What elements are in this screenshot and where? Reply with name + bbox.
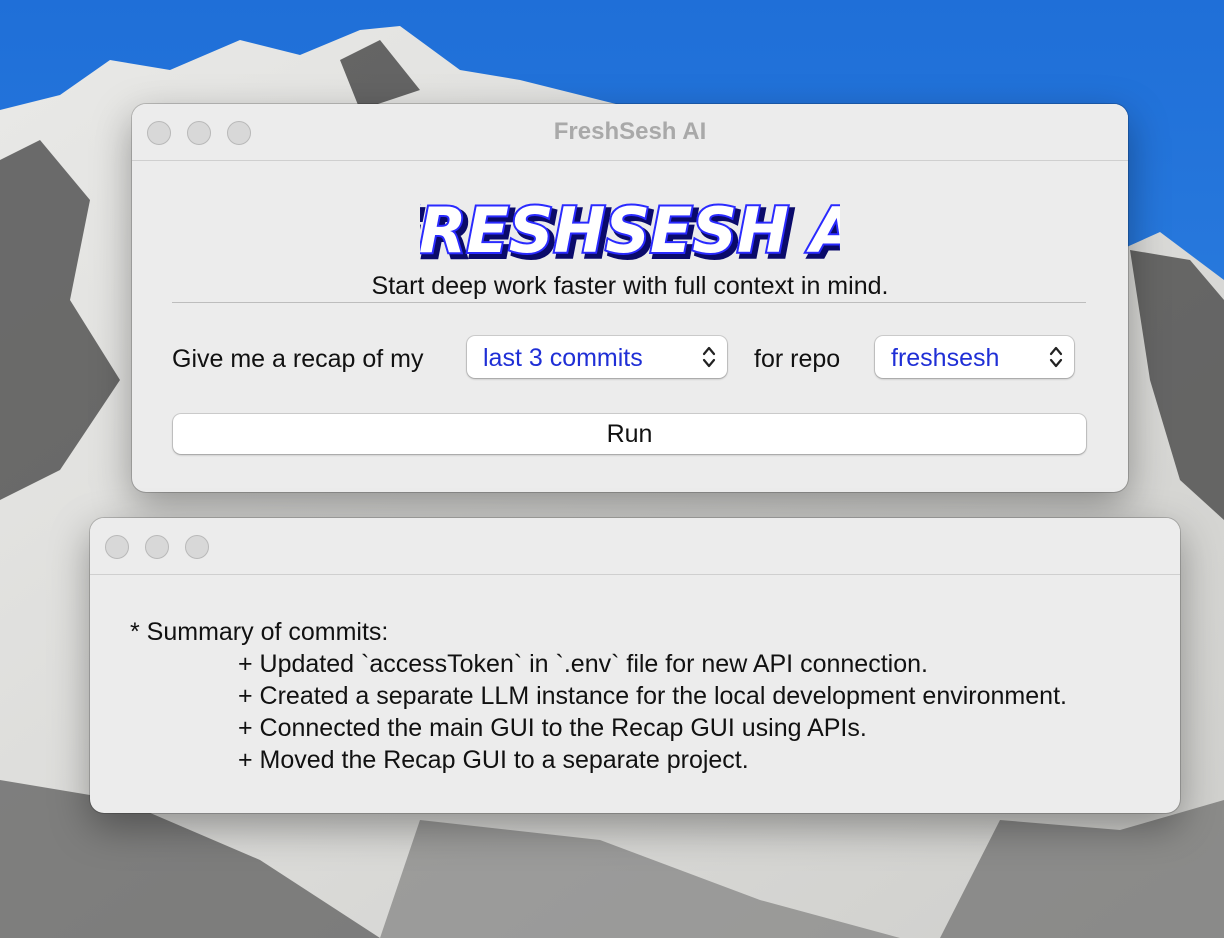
- recap-form-row: Give me a recap of my last 3 commits for…: [172, 336, 1086, 380]
- select-chevron-icon: [1049, 346, 1063, 368]
- minimize-button-icon[interactable]: [145, 535, 169, 559]
- summary-item: + Created a separate LLM instance for th…: [238, 682, 1067, 710]
- recap-scope-value: last 3 commits: [483, 344, 643, 372]
- zoom-button-icon[interactable]: [185, 535, 209, 559]
- window-title: FreshSesh AI: [553, 118, 707, 145]
- output-window-titlebar[interactable]: [90, 518, 1180, 575]
- recap-output-window: * Summary of commits: + Updated `accessT…: [90, 518, 1180, 813]
- main-window-titlebar[interactable]: FreshSesh AI: [132, 104, 1128, 161]
- commit-summary: * Summary of commits: + Updated `accessT…: [130, 616, 1067, 776]
- summary-list: + Updated `accessToken` in `.env` file f…: [130, 648, 1067, 776]
- summary-heading: * Summary of commits:: [130, 618, 389, 646]
- app-logo: FRESHSESH AI FRESHSESH AI: [132, 194, 1128, 274]
- logo-text: FRESHSESH AI: [420, 194, 840, 267]
- recap-scope-select[interactable]: last 3 commits: [467, 336, 727, 378]
- window-controls: [105, 535, 209, 559]
- tagline: Start deep work faster with full context…: [371, 272, 889, 300]
- repo-value: freshsesh: [891, 344, 1000, 372]
- run-button[interactable]: Run: [173, 414, 1086, 454]
- prompt-prefix-label: Give me a recap of my: [172, 345, 424, 373]
- close-button-icon[interactable]: [105, 535, 129, 559]
- summary-item: + Updated `accessToken` in `.env` file f…: [238, 650, 928, 678]
- select-chevron-icon: [702, 346, 716, 368]
- summary-item: + Connected the main GUI to the Recap GU…: [238, 714, 867, 742]
- separator: [172, 302, 1086, 303]
- freshsesh-main-window: FreshSesh AI FRESHSESH AI FRESHSESH AI S…: [132, 104, 1128, 492]
- repo-select[interactable]: freshsesh: [875, 336, 1074, 378]
- for-repo-label: for repo: [754, 345, 841, 373]
- summary-item: + Moved the Recap GUI to a separate proj…: [238, 746, 749, 774]
